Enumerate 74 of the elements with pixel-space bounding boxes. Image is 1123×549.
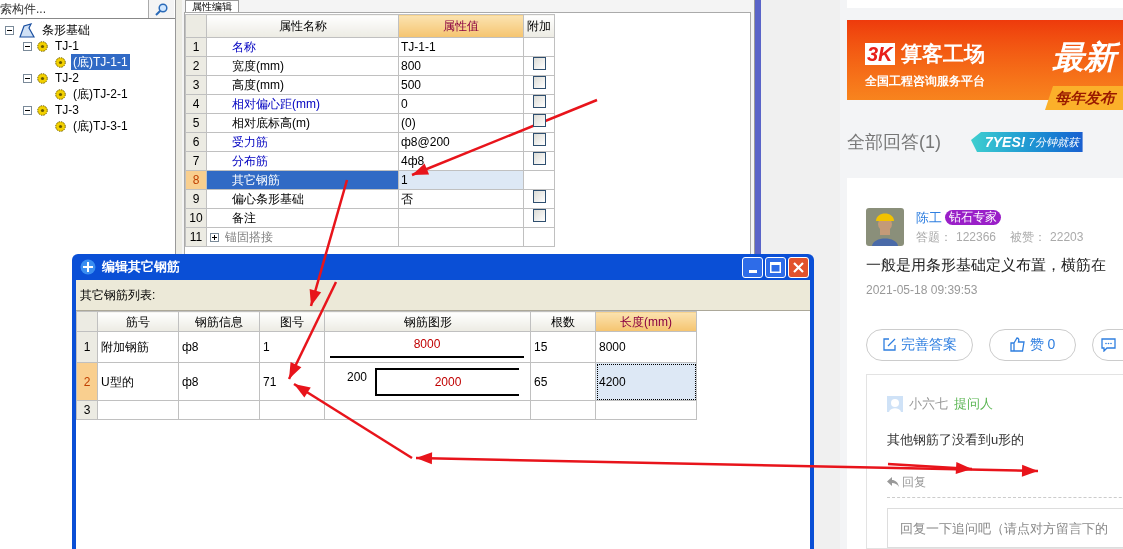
list-label: 其它钢筋列表: [80, 287, 156, 304]
table-cell: ф8 [182, 374, 199, 389]
property-name: 相对底标高(m) [232, 115, 310, 132]
tree-item[interactable]: (底)TJ-3-1 [71, 118, 130, 134]
reply-field[interactable]: 回复一下追问吧（请点对方留言下的 [887, 508, 1123, 548]
row-number: 1 [76, 331, 98, 363]
tree-item[interactable]: (底)TJ-2-1 [71, 86, 130, 102]
property-value[interactable]: 0 [401, 97, 408, 111]
property-name: 偏心条形基础 [232, 191, 304, 208]
banner-headline: 最新 [1050, 36, 1123, 78]
table-cell: 65 [534, 374, 548, 389]
column-header[interactable]: 属性值 [398, 14, 524, 38]
property-name: 高度(mm) [232, 77, 284, 94]
property-name: 名称 [232, 39, 256, 56]
table-cell: 71 [263, 374, 277, 389]
row-number: 2 [76, 362, 98, 401]
tree-item[interactable]: (底)TJ-1-1 [71, 54, 130, 70]
column-header[interactable]: 钢筋图形 [324, 311, 531, 332]
length-label: 8000 [413, 336, 441, 352]
column-header[interactable]: 附加 [523, 14, 555, 38]
column-header[interactable]: 图号 [259, 311, 325, 332]
stat-value: 122366 [956, 229, 997, 246]
comment-text: 其他钢筋了没看到u形的 [887, 430, 1026, 449]
author-name[interactable]: 陈工 [916, 208, 942, 228]
stat-label: 答题： [916, 229, 952, 246]
table-cell: 附加钢筋 [101, 340, 149, 354]
property-name: 其它钢筋 [232, 172, 280, 189]
column-header[interactable]: 根数 [530, 311, 596, 332]
column-header[interactable]: 属性名称 [206, 14, 399, 38]
like-button[interactable]: 赞 0 [989, 328, 1076, 361]
property-value[interactable]: TJ-1-1 [401, 40, 436, 54]
table-cell: 4200 [599, 374, 626, 389]
property-value[interactable]: 否 [401, 192, 413, 206]
brand-name: 算客工场 [900, 42, 985, 66]
leg-label: 200 [347, 368, 368, 385]
promo-title: 7YES! [985, 132, 1026, 152]
table-cell: U型的 [101, 374, 134, 389]
banner-slogan: 全国工程咨询服务平台 [865, 73, 985, 90]
table-cell: 15 [534, 340, 548, 354]
property-value[interactable]: 800 [401, 59, 422, 73]
tree-item[interactable]: TJ-3 [53, 102, 81, 118]
property-name: 锚固搭接 [225, 229, 273, 246]
column-header[interactable]: 长度(mm) [595, 311, 697, 332]
property-name: 分布筋 [232, 153, 268, 170]
answer-time: 2021-05-18 09:39:53 [866, 281, 979, 299]
property-value[interactable]: (0) [401, 116, 416, 130]
property-name: 宽度(mm) [232, 58, 284, 75]
table-cell: ф8 [182, 340, 199, 354]
tree-item[interactable]: 条形基础 [40, 22, 92, 38]
stat-value: 22203 [1050, 229, 1084, 246]
expert-badge: 钻石专家 [945, 210, 1001, 226]
stat-label: 被赞： [1010, 229, 1047, 246]
column-header[interactable]: 钢筋信息 [178, 311, 260, 332]
section-heading: 全部回答(1) [847, 130, 941, 154]
improve-answer-button[interactable]: 完善答案 [866, 328, 973, 361]
property-name: 受力筋 [232, 134, 268, 151]
property-value[interactable]: 4ф8 [401, 154, 425, 168]
length-label: 2000 [434, 373, 462, 391]
answer-text: 一般是用条形基础定义布置，横筋在 [866, 255, 1107, 275]
table-cell: 1 [263, 340, 270, 354]
property-value[interactable]: 500 [401, 78, 422, 92]
column-header[interactable]: 筋号 [97, 311, 179, 332]
property-name: 备注 [232, 210, 256, 227]
table-cell: 8000 [599, 340, 626, 354]
banner-tagline: 每年发布 [1045, 86, 1123, 110]
property-name: 相对偏心距(mm) [232, 96, 320, 113]
window-title: 编辑其它钢筋 [102, 258, 180, 277]
brand-logo: 3K [865, 43, 895, 65]
panel-tab[interactable]: 属性编辑 [185, 0, 239, 12]
tree-item[interactable]: TJ-1 [53, 38, 81, 54]
property-value[interactable]: 1 [401, 173, 408, 187]
promo-text: 7分钟就获 [1028, 134, 1079, 150]
asker-label: 提问人 [954, 394, 993, 413]
tree-item[interactable]: TJ-2 [53, 70, 81, 86]
